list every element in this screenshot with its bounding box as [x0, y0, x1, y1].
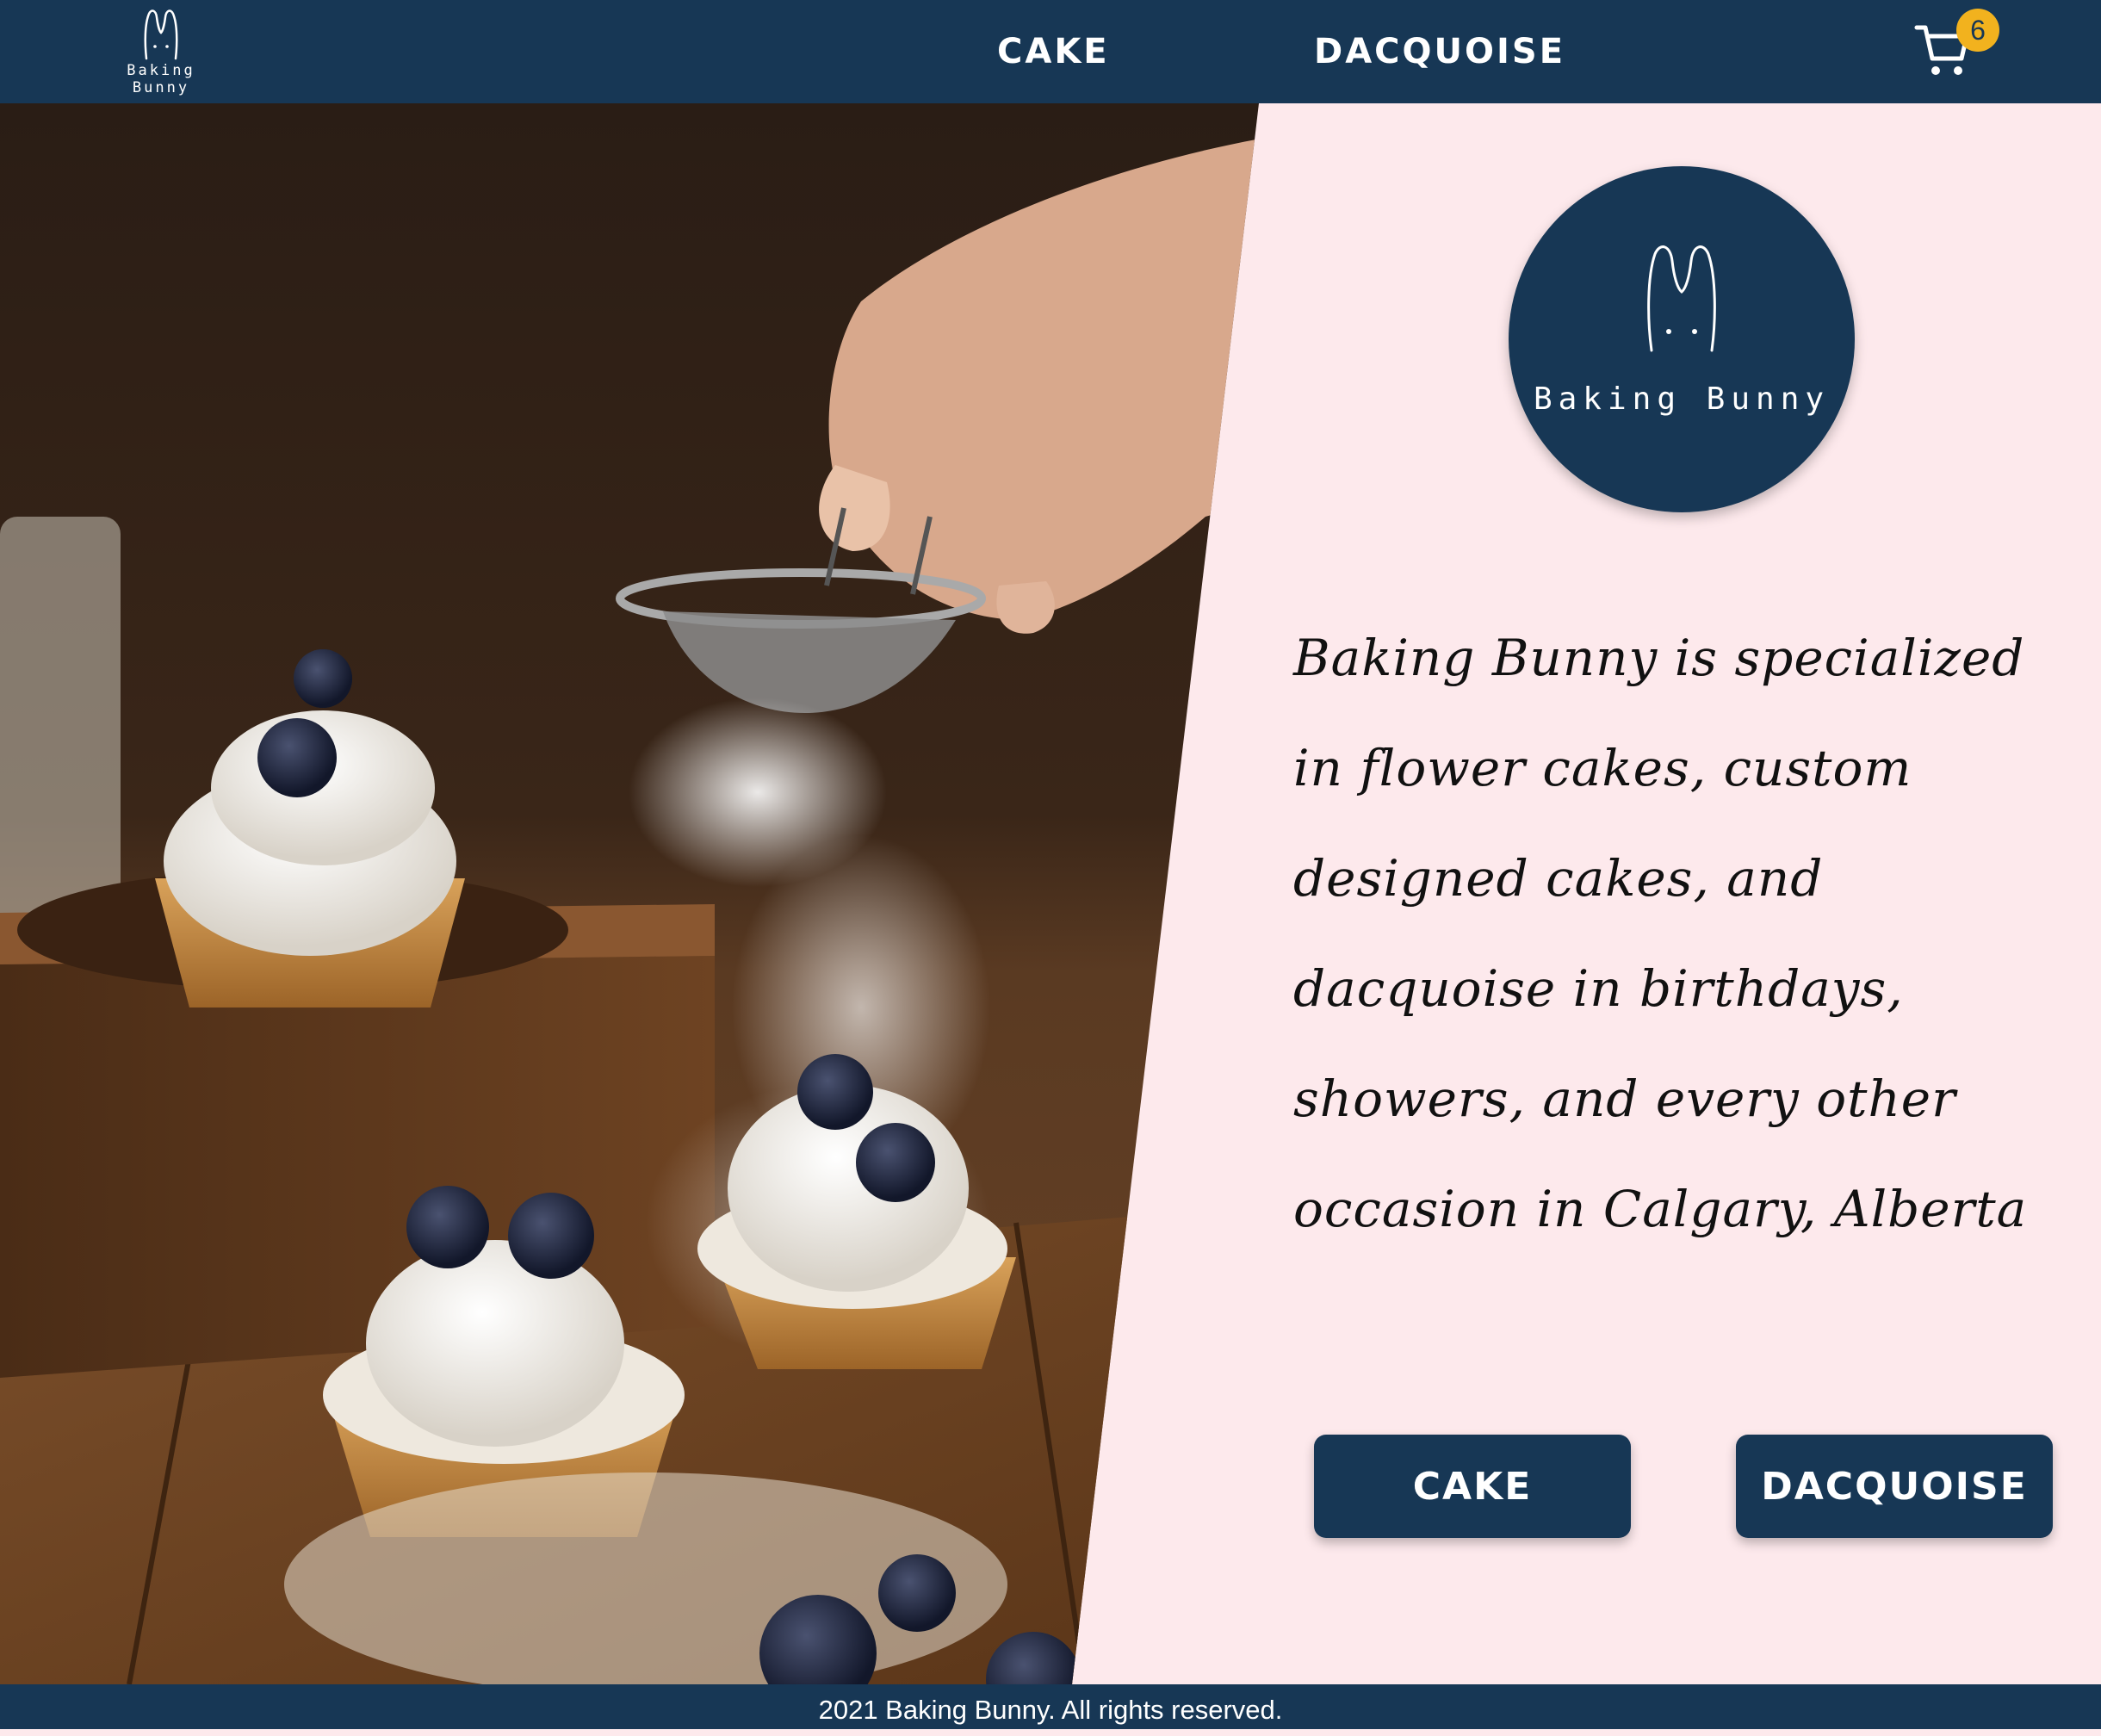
- top-nav-bar: Baking Bunny CAKE DACQUOISE 6: [0, 0, 2101, 103]
- copyright-text: 2021 Baking Bunny. All rights reserved.: [818, 1695, 1283, 1725]
- hero-photo-illustration: [0, 103, 1259, 1684]
- brand-name: Baking Bunny: [127, 62, 195, 96]
- nav-link-cake[interactable]: CAKE: [997, 28, 1110, 76]
- bunny-logo-icon: [1647, 245, 1716, 352]
- hero-photo: [0, 103, 1259, 1684]
- bunny-logo-icon: [144, 9, 178, 60]
- logo-brand-name: Baking Bunny: [1533, 381, 1831, 417]
- brand-logo-link[interactable]: Baking Bunny: [96, 9, 226, 96]
- cake-button[interactable]: CAKE: [1314, 1435, 1631, 1538]
- cart-button[interactable]: 6: [1913, 9, 1999, 90]
- cart-count-badge: 6: [1956, 9, 1999, 52]
- brand-logo-circle: Baking Bunny: [1509, 166, 1855, 512]
- about-description: Baking Bunny is specialized in flower ca…: [1293, 629, 2028, 1238]
- footer: 2021 Baking Bunny. All rights reserved.: [0, 1684, 2101, 1729]
- nav-link-dacquoise[interactable]: DACQUOISE: [1314, 28, 1565, 76]
- dacquoise-button[interactable]: DACQUOISE: [1736, 1435, 2053, 1538]
